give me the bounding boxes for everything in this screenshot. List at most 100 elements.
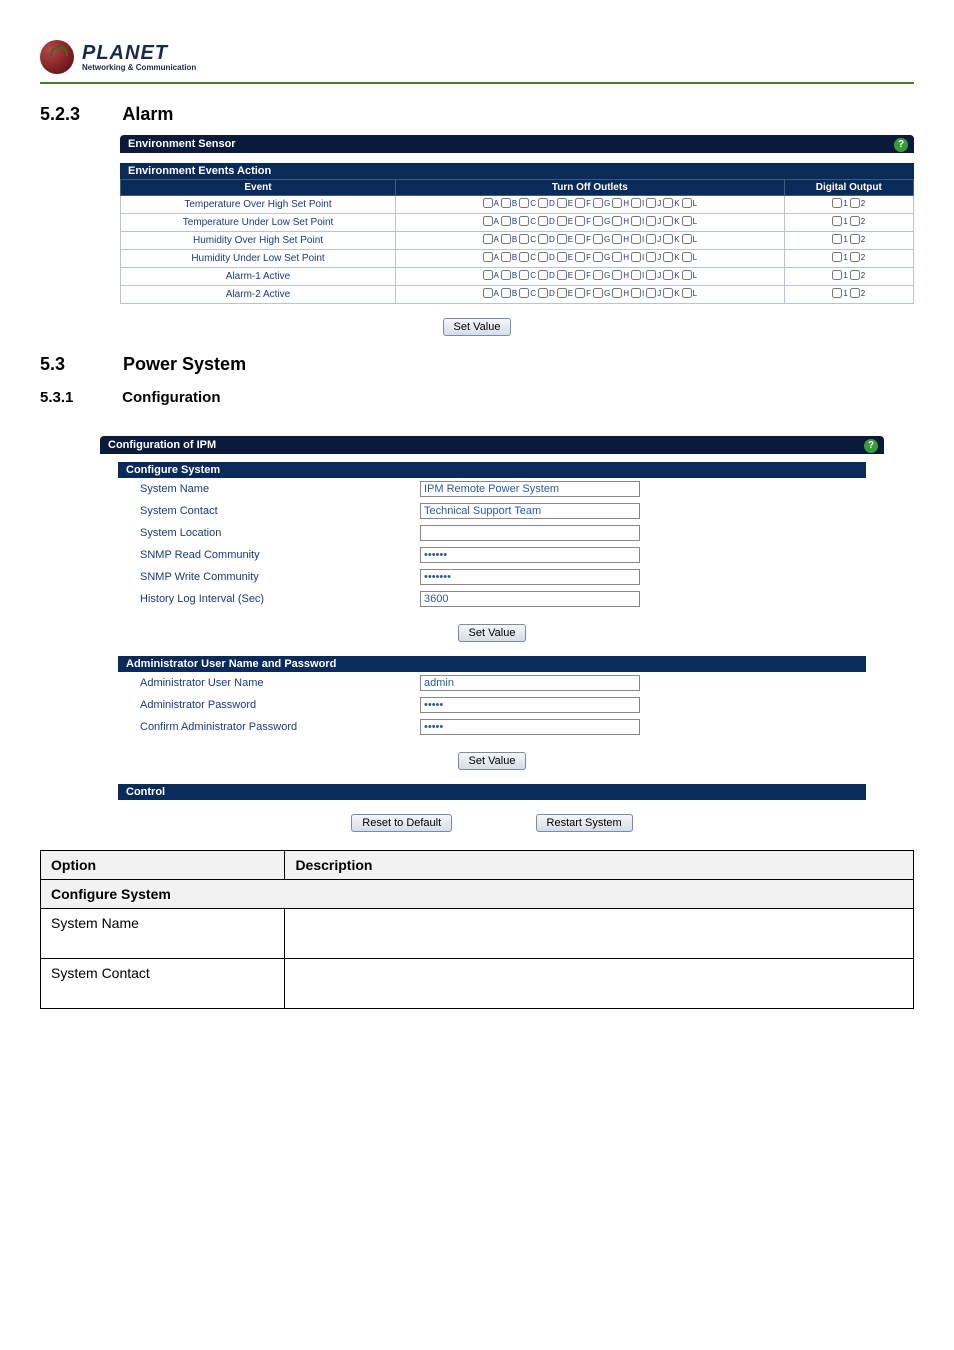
outlet-checkbox-l[interactable]: L <box>682 270 697 280</box>
outlet-checkbox-a[interactable]: A <box>483 198 499 208</box>
outlet-checkbox-e[interactable]: E <box>557 216 573 226</box>
outlet-checkbox-h[interactable]: H <box>612 270 629 280</box>
outlet-checkbox-h[interactable]: H <box>612 288 629 298</box>
outlet-checkbox-e[interactable]: E <box>557 234 573 244</box>
admin-set-value-button[interactable]: Set Value <box>458 752 527 770</box>
outlet-checkbox-c[interactable]: C <box>519 270 536 280</box>
outlet-checkbox-c[interactable]: C <box>519 216 536 226</box>
outlet-checkbox-k[interactable]: K <box>663 288 679 298</box>
outlet-checkbox-h[interactable]: H <box>612 234 629 244</box>
outlet-checkbox-b[interactable]: B <box>501 198 517 208</box>
digital-output-checkbox-2[interactable]: 2 <box>850 216 865 226</box>
reset-to-default-button[interactable]: Reset to Default <box>351 814 452 832</box>
env-set-value-button[interactable]: Set Value <box>443 318 512 336</box>
outlet-checkbox-l[interactable]: L <box>682 288 697 298</box>
input-system-location[interactable] <box>420 525 640 541</box>
outlet-checkbox-k[interactable]: K <box>663 234 679 244</box>
help-icon[interactable]: ? <box>864 439 878 453</box>
outlet-checkbox-a[interactable]: A <box>483 252 499 262</box>
outlet-checkbox-b[interactable]: B <box>501 234 517 244</box>
outlet-checkbox-g[interactable]: G <box>593 270 610 280</box>
digital-output-checkbox-2[interactable]: 2 <box>850 234 865 244</box>
input-admin-user[interactable] <box>420 675 640 691</box>
outlet-checkbox-j[interactable]: J <box>646 198 661 208</box>
digital-output-checkbox-2[interactable]: 2 <box>850 198 865 208</box>
digital-output-checkbox-1[interactable]: 1 <box>832 270 847 280</box>
outlet-checkbox-j[interactable]: J <box>646 288 661 298</box>
restart-system-button[interactable]: Restart System <box>536 814 633 832</box>
outlet-checkbox-j[interactable]: J <box>646 252 661 262</box>
outlet-checkbox-i[interactable]: I <box>631 234 644 244</box>
digital-output-checkbox-1[interactable]: 1 <box>832 234 847 244</box>
input-system-contact[interactable] <box>420 503 640 519</box>
outlet-checkbox-k[interactable]: K <box>663 252 679 262</box>
outlet-checkbox-k[interactable]: K <box>663 270 679 280</box>
outlet-checkbox-c[interactable]: C <box>519 198 536 208</box>
outlet-checkbox-b[interactable]: B <box>501 288 517 298</box>
help-icon[interactable]: ? <box>894 138 908 152</box>
outlet-checkbox-k[interactable]: K <box>663 216 679 226</box>
outlet-checkbox-g[interactable]: G <box>593 234 610 244</box>
outlet-checkbox-k[interactable]: K <box>663 198 679 208</box>
outlet-checkbox-d[interactable]: D <box>538 252 555 262</box>
outlet-checkbox-d[interactable]: D <box>538 216 555 226</box>
digital-output-checkbox-1[interactable]: 1 <box>832 252 847 262</box>
outlet-checkbox-j[interactable]: J <box>646 270 661 280</box>
outlet-checkbox-d[interactable]: D <box>538 288 555 298</box>
outlet-checkbox-d[interactable]: D <box>538 234 555 244</box>
outlet-checkbox-c[interactable]: C <box>519 234 536 244</box>
outlet-checkbox-c[interactable]: C <box>519 252 536 262</box>
outlet-checkbox-h[interactable]: H <box>612 252 629 262</box>
outlet-checkbox-e[interactable]: E <box>557 252 573 262</box>
outlet-checkbox-f[interactable]: F <box>575 252 591 262</box>
outlet-checkbox-j[interactable]: J <box>646 216 661 226</box>
outlet-checkbox-a[interactable]: A <box>483 288 499 298</box>
outlet-checkbox-a[interactable]: A <box>483 234 499 244</box>
outlet-checkbox-i[interactable]: I <box>631 270 644 280</box>
outlet-checkbox-l[interactable]: L <box>682 234 697 244</box>
digital-output-checkbox-1[interactable]: 1 <box>832 288 847 298</box>
outlet-checkbox-g[interactable]: G <box>593 288 610 298</box>
digital-output-checkbox-2[interactable]: 2 <box>850 270 865 280</box>
outlet-checkbox-g[interactable]: G <box>593 198 610 208</box>
outlet-checkbox-l[interactable]: L <box>682 198 697 208</box>
outlet-checkbox-h[interactable]: H <box>612 216 629 226</box>
input-system-name[interactable] <box>420 481 640 497</box>
digital-output-checkbox-1[interactable]: 1 <box>832 216 847 226</box>
outlet-checkbox-l[interactable]: L <box>682 252 697 262</box>
input-admin-pass[interactable] <box>420 697 640 713</box>
digital-output-checkbox-2[interactable]: 2 <box>850 252 865 262</box>
outlet-checkbox-f[interactable]: F <box>575 270 591 280</box>
outlet-checkbox-e[interactable]: E <box>557 288 573 298</box>
outlet-checkbox-l[interactable]: L <box>682 216 697 226</box>
outlet-checkbox-f[interactable]: F <box>575 198 591 208</box>
input-admin-conf[interactable] <box>420 719 640 735</box>
outlet-checkbox-d[interactable]: D <box>538 270 555 280</box>
input-history-log[interactable] <box>420 591 640 607</box>
outlet-checkbox-a[interactable]: A <box>483 216 499 226</box>
outlet-checkbox-f[interactable]: F <box>575 216 591 226</box>
digital-output-checkbox-2[interactable]: 2 <box>850 288 865 298</box>
cfg-set-value-button[interactable]: Set Value <box>458 624 527 642</box>
outlet-checkbox-i[interactable]: I <box>631 216 644 226</box>
input-snmp-write[interactable] <box>420 569 640 585</box>
outlet-checkbox-f[interactable]: F <box>575 234 591 244</box>
outlet-checkbox-h[interactable]: H <box>612 198 629 208</box>
outlet-checkbox-f[interactable]: F <box>575 288 591 298</box>
input-snmp-read[interactable] <box>420 547 640 563</box>
outlet-checkbox-b[interactable]: B <box>501 216 517 226</box>
outlet-checkbox-e[interactable]: E <box>557 198 573 208</box>
digital-output-checkbox-1[interactable]: 1 <box>832 198 847 208</box>
outlet-checkbox-d[interactable]: D <box>538 198 555 208</box>
outlet-checkbox-b[interactable]: B <box>501 252 517 262</box>
outlet-checkbox-b[interactable]: B <box>501 270 517 280</box>
outlet-checkbox-a[interactable]: A <box>483 270 499 280</box>
outlet-checkbox-g[interactable]: G <box>593 252 610 262</box>
outlet-checkbox-i[interactable]: I <box>631 198 644 208</box>
outlet-checkbox-j[interactable]: J <box>646 234 661 244</box>
outlet-checkbox-i[interactable]: I <box>631 288 644 298</box>
outlet-checkbox-i[interactable]: I <box>631 252 644 262</box>
outlet-checkbox-e[interactable]: E <box>557 270 573 280</box>
outlet-checkbox-g[interactable]: G <box>593 216 610 226</box>
outlet-checkbox-c[interactable]: C <box>519 288 536 298</box>
